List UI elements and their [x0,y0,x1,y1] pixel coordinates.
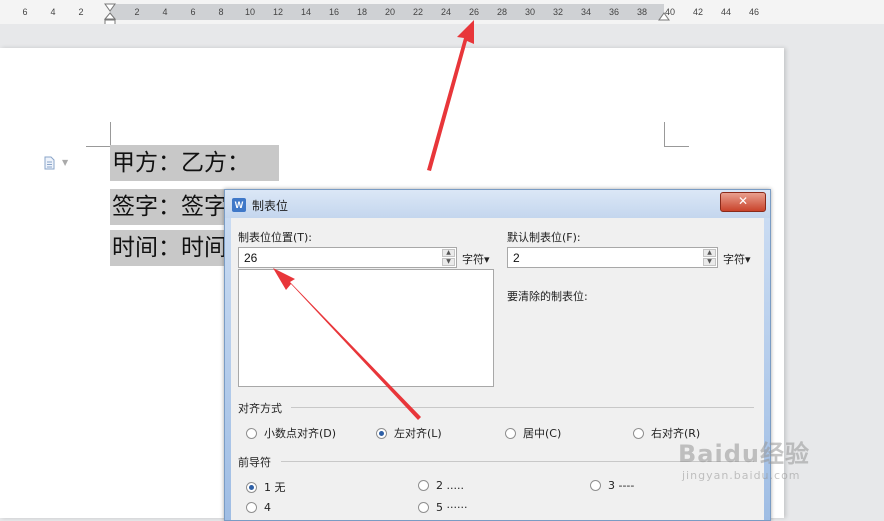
radio-indicator [633,427,644,439]
tabs-to-clear-label: 要清除的制表位: [507,290,588,303]
alignment-group-title: 对齐方式 [238,402,282,415]
ruler-label: 16 [328,7,340,17]
canvas-background [0,24,884,48]
ruler-label: 6 [190,7,196,17]
radio-indicator [246,481,257,493]
align-decimal-radio[interactable]: 小数点对齐(D) [246,425,336,441]
tab-position-input[interactable]: 26 ▲ ▼ [238,247,457,268]
leader-dots-radio[interactable]: 2 ..... [418,479,464,492]
ruler-label: 36 [608,7,620,17]
ruler-label: 4 [162,7,168,17]
paragraph-layout-icon[interactable] [44,156,55,170]
radio-label: 3 ---- [608,479,635,492]
leader-dashes-radio[interactable]: 3 ---- [590,479,634,492]
ruler-label: 10 [244,7,256,17]
margin-corner-mark [86,122,111,147]
radio-indicator [418,480,429,491]
radio-label: 2 ..... [436,479,464,492]
default-tab-unit-select[interactable]: 字符▾ [723,251,751,267]
tab-position-label: 制表位位置(T): [238,231,313,244]
tab-position-unit-select[interactable]: 字符▾ [462,251,490,267]
spin-down-button[interactable]: ▼ [703,258,716,266]
default-tab-input[interactable]: 2 ▲ ▼ [507,247,718,268]
radio-indicator [246,502,257,513]
horizontal-ruler[interactable]: 6 4 2 2 4 6 8 10 12 14 16 18 20 22 24 26… [0,0,884,26]
radio-indicator [246,427,257,439]
align-center-radio[interactable]: 居中(C) [505,425,561,441]
ruler-label: 14 [300,7,312,17]
close-button[interactable]: ✕ [720,192,766,212]
watermark-url: jingyan.baidu.com [682,469,801,482]
ruler-label: 28 [496,7,508,17]
tab-position-value: 26 [244,251,258,265]
radio-label: 小数点对齐(D) [264,427,337,440]
ruler-label: 18 [356,7,368,17]
ruler-label: 30 [524,7,536,17]
spin-down-button[interactable]: ▼ [442,258,455,266]
radio-indicator [418,502,429,513]
align-left-radio[interactable]: 左对齐(L) [376,425,442,441]
radio-label: 4 [264,501,271,514]
margin-corner-mark [664,122,689,147]
right-indent-marker[interactable] [658,12,670,22]
wps-writer-logo-icon: W [232,198,246,212]
document-line[interactable]: 甲方：乙方： [110,145,279,181]
default-tab-value: 2 [513,251,520,265]
ruler-label: 2 [134,7,140,17]
leader-middots-radio[interactable]: 5 ······ [418,501,467,514]
ruler-label: 8 [218,7,224,17]
ruler-label: 22 [412,7,424,17]
baidu-jingyan-watermark: Baidu经验 jingyan.baidu.com [678,434,810,482]
ruler-label: 44 [720,7,732,17]
radio-label: 1 无 [264,481,286,494]
ruler-label: 34 [580,7,592,17]
ruler-label: 20 [384,7,396,17]
ruler-label: 42 [692,7,704,17]
group-divider [291,407,754,408]
ruler-label: 24 [440,7,452,17]
radio-indicator [590,480,601,491]
ruler-label: 6 [22,7,28,17]
radio-label: 5 ······ [436,501,468,514]
chevron-down-icon[interactable]: ▼ [62,158,68,167]
spin-up-button[interactable]: ▲ [442,249,455,257]
default-tab-label: 默认制表位(F): [507,231,581,244]
document-line[interactable]: 签字：签字： [110,189,224,225]
dialog-title: 制表位 [252,199,289,213]
ruler-label: 12 [272,7,284,17]
ruler-label: 26 [468,7,480,17]
ruler-label: 2 [78,7,84,17]
leader-underline-radio[interactable]: 4 [246,501,271,514]
leader-none-radio[interactable]: 1 无 [246,479,286,495]
radio-indicator [505,427,516,439]
watermark-text: Baidu经验 [678,440,810,468]
ruler-label: 46 [748,7,760,17]
spin-up-button[interactable]: ▲ [703,249,716,257]
dialog-titlebar[interactable]: W 制表位 ✕ [225,190,770,219]
tab-stop-list[interactable] [238,269,494,387]
radio-indicator [376,427,387,439]
ruler-label: 32 [552,7,564,17]
document-line[interactable]: 时间：时间： [110,230,224,266]
leader-group-title: 前导符 [238,456,271,469]
ruler-label: 38 [636,7,648,17]
radio-label: 居中(C) [523,427,562,440]
ruler-label: 4 [50,7,56,17]
radio-label: 左对齐(L) [394,427,442,440]
